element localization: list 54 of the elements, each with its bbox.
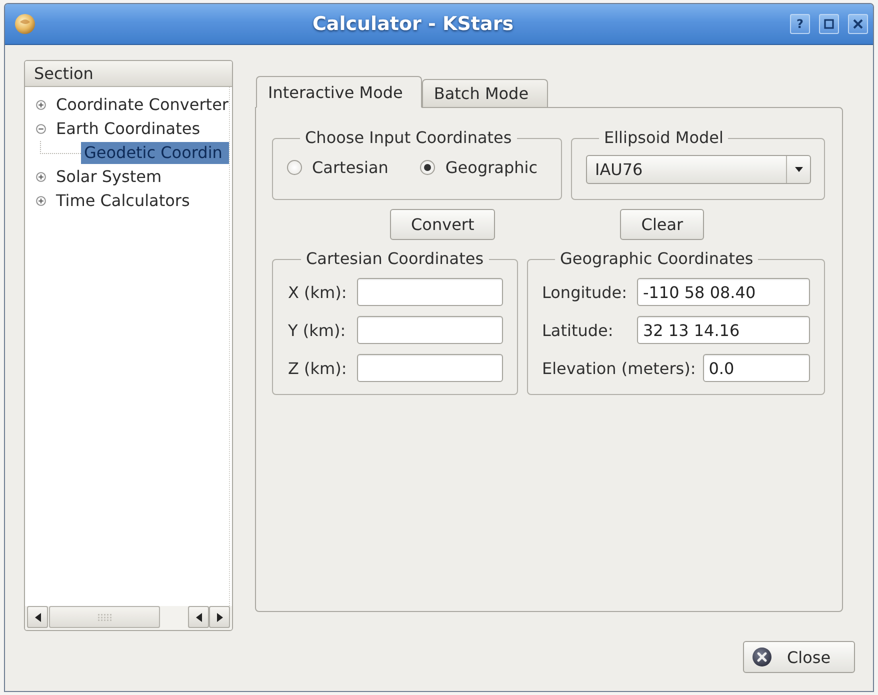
close-icon: [752, 647, 772, 667]
left-arrow-icon: [34, 612, 40, 622]
window-title: Calculator - KStars: [311, 13, 514, 35]
action-button[interactable]: Clear: [620, 209, 704, 240]
text-field[interactable]: 32 13 14.16: [636, 316, 810, 344]
text-field[interactable]: 0.0: [702, 354, 810, 382]
maximize-icon: [824, 19, 834, 29]
column-header: Section: [25, 61, 232, 87]
field-label: Elevation (meters):: [542, 358, 696, 378]
tree-item[interactable]: Solar System: [53, 166, 165, 188]
text-field[interactable]: [356, 316, 503, 344]
close-icon: [853, 19, 863, 29]
plus-circle-icon[interactable]: [36, 172, 46, 182]
plus-circle-icon[interactable]: [36, 100, 46, 110]
tree-item[interactable]: Time Calculators: [53, 190, 193, 212]
field-label: Y (km):: [288, 320, 347, 340]
tree-item[interactable]: Geodetic Coordin: [81, 142, 229, 164]
tree-item[interactable]: Earth Coordinates: [53, 118, 204, 140]
radio-label[interactable]: Geographic: [445, 158, 538, 176]
field-label: Latitude:: [542, 320, 614, 340]
radio-button[interactable]: [287, 160, 302, 174]
plus-circle-icon[interactable]: [36, 196, 46, 206]
radio-label[interactable]: Cartesian: [312, 158, 388, 176]
text-field[interactable]: -110 58 08.40: [636, 278, 810, 306]
tree-item[interactable]: Coordinate Converter: [53, 94, 232, 116]
action-button[interactable]: Convert: [390, 209, 496, 240]
field-label: Longitude:: [542, 282, 627, 302]
scroll-left-button[interactable]: [188, 606, 209, 628]
help-button[interactable]: ?: [790, 14, 810, 34]
ellipsoid-dropdown[interactable]: IAU76: [586, 155, 811, 184]
left-arrow-icon: [196, 612, 202, 622]
group-title: Choose Input Coordinates: [304, 129, 513, 147]
maximize-button[interactable]: [819, 14, 839, 34]
tab[interactable]: Batch Mode: [422, 79, 548, 107]
close-button[interactable]: Close: [743, 641, 855, 673]
group-title: Ellipsoid Model: [603, 129, 724, 147]
field-label: Z (km):: [288, 358, 347, 378]
scroll-right-button[interactable]: [209, 606, 230, 628]
group-title: Geographic Coordinates: [559, 250, 754, 268]
minus-circle-icon[interactable]: [36, 124, 46, 134]
right-arrow-icon: [216, 612, 222, 622]
grip-icon: [98, 614, 112, 620]
group-title: Cartesian Coordinates: [305, 250, 485, 268]
dropdown-arrow-icon: [794, 167, 802, 172]
tree-branch-line: [40, 141, 81, 154]
scrollbar-thumb[interactable]: [49, 606, 160, 628]
radio-button[interactable]: [420, 160, 436, 174]
text-field[interactable]: [356, 278, 503, 306]
field-label: X (km):: [288, 282, 347, 302]
scroll-left-button[interactable]: [27, 606, 48, 628]
app-icon: [14, 13, 36, 35]
close-window-button[interactable]: [848, 14, 868, 34]
text-field[interactable]: [356, 354, 503, 382]
tab[interactable]: Interactive Mode: [256, 76, 422, 108]
